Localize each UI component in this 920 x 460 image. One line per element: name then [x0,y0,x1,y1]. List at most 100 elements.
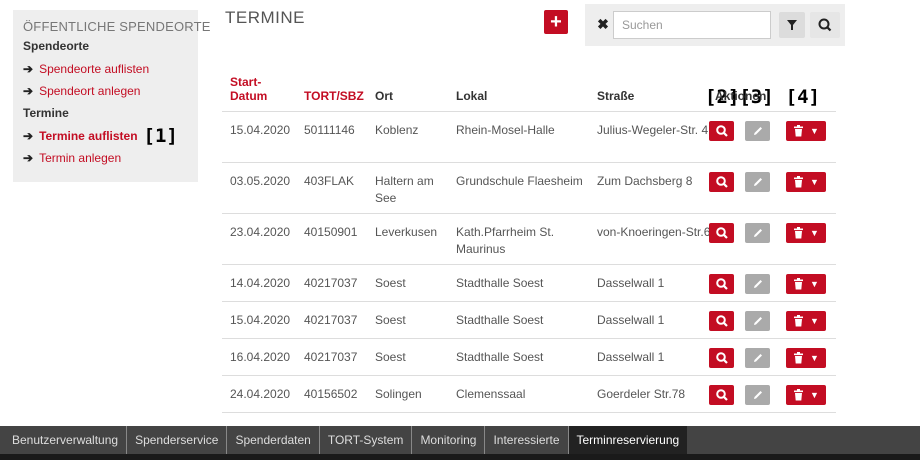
sidebar-item-label: Termin anlegen [39,151,122,165]
table-header: Start- Datum TORT/SBZ Ort Lokal Straße A… [222,66,836,112]
arrow-right-icon: ➔ [23,84,34,98]
arrow-right-icon: ➔ [23,129,34,143]
view-button[interactable] [709,121,734,141]
sidebar-group-termine: Termine [23,106,69,120]
view-button[interactable] [709,311,734,331]
view-button[interactable] [709,274,734,294]
pencil-icon [753,178,762,186]
column-header-lokal[interactable]: Lokal [456,89,597,103]
pencil-icon [753,229,762,237]
table-row: 15.04.2020 40217037 Soest Stadthalle Soest D… [222,302,836,339]
table-row: 16.04.2020 40217037 Soest Stadthalle Soest D… [222,339,836,376]
edit-button[interactable] [745,172,770,192]
cell-tort: 40150901 [304,225,358,239]
delete-dropdown-button[interactable]: ▼ [786,274,826,294]
delete-dropdown-button[interactable]: ▼ [786,172,826,192]
edit-button[interactable] [745,223,770,243]
cell-strasse: Goerdeler Str.78 [597,387,686,401]
cell-datum: 14.04.2020 [230,276,291,290]
delete-dropdown-button[interactable]: ▼ [786,223,826,243]
close-icon[interactable]: ✖ [595,16,611,34]
column-header-strasse[interactable]: Straße [597,89,715,103]
row-actions: ▼ [709,311,826,331]
tab-spenderservice[interactable]: Spenderservice [127,426,228,454]
tab-interessierte[interactable]: Interessierte [485,426,569,454]
sidebar-item-spendeorte-auflisten[interactable]: ➔ Spendeorte auflisten [23,58,188,80]
cell-strasse: Julius-Wegeler-Str. 4 [597,123,709,137]
cell-datum: 16.04.2020 [230,350,291,364]
cell-strasse: Dasselwall 1 [597,350,665,364]
delete-dropdown-button[interactable]: ▼ [786,121,826,141]
table-row: 15.04.2020 50111146 Koblenz Rhein-Mosel-Hal… [222,112,836,163]
taskbar-strip [0,454,920,460]
cell-strasse: von-Knoeringen-Str.6 [597,225,711,239]
view-button[interactable] [709,223,734,243]
tab-monitoring[interactable]: Monitoring [412,426,486,454]
sidebar: ÖFFENTLICHE SPENDEORTE Spendeorte ➔ Spen… [13,10,211,182]
trash-icon [794,176,804,188]
view-button[interactable] [709,348,734,368]
tab-terminreservierung[interactable]: Terminreservierung [568,426,688,454]
table-row: 14.04.2020 40217037 Soest Stadthalle Soest D… [222,265,836,302]
column-header-start-datum[interactable]: Start- Datum [222,75,304,103]
sidebar-item-termin-anlegen[interactable]: ➔ Termin anlegen [23,147,188,169]
sidebar-item-spendeort-anlegen[interactable]: ➔ Spendeort anlegen [23,80,188,102]
search-icon [715,352,728,364]
search-icon [715,227,728,239]
tab-tort-system[interactable]: TORT-System [320,426,413,454]
sidebar-item-termine-auflisten[interactable]: ➔ Termine auflisten [1] [23,125,188,147]
delete-dropdown-button[interactable]: ▼ [786,385,826,405]
cell-tort: 403FLAK [304,174,355,188]
search-input[interactable] [613,11,771,39]
row-actions: ▼ [709,121,826,141]
cell-lokal: Clemenssaal [456,387,526,401]
row-actions: ▼ [709,348,826,368]
pencil-icon [753,391,762,399]
edit-button[interactable] [745,348,770,368]
search-button[interactable] [810,12,840,38]
caret-down-icon: ▼ [810,390,819,400]
cell-datum: 24.04.2020 [230,387,291,401]
sidebar-heading: ÖFFENTLICHE SPENDEORTE [23,19,211,34]
caret-down-icon: ▼ [810,316,819,326]
edit-button[interactable] [745,121,770,141]
trash-icon [794,389,804,401]
trash-icon [794,125,804,137]
tab-benutzerverwaltung[interactable]: Benutzerverwaltung [4,426,128,454]
cell-ort: Leverkusen [375,225,438,239]
column-header-aktionen: Aktionen [715,89,767,103]
cell-datum: 03.05.2020 [230,174,291,188]
cell-strasse: Dasselwall 1 [597,276,665,290]
annotation-marker-1: [1] [143,125,178,147]
cell-tort: 40156502 [304,387,358,401]
cell-tort: 40217037 [304,313,358,327]
edit-button[interactable] [745,385,770,405]
row-actions: ▼ [709,223,826,243]
view-button[interactable] [709,385,734,405]
column-header-ort[interactable]: Ort [375,89,456,103]
caret-down-icon: ▼ [810,279,819,289]
pencil-icon [753,280,762,288]
search-panel: ✖ [585,4,845,46]
cell-lokal: Stadthalle Soest [456,313,544,327]
pencil-icon [753,317,762,325]
tab-spenderdaten[interactable]: Spenderdaten [227,426,320,454]
cell-lokal: Stadthalle Soest [456,350,544,364]
pencil-icon [753,354,762,362]
delete-dropdown-button[interactable]: ▼ [786,311,826,331]
search-icon [818,18,832,32]
search-icon [715,176,728,188]
arrow-right-icon: ➔ [23,151,34,165]
cell-lokal: Kath.Pfarrheim St. Maurinus [456,225,555,256]
trash-icon [794,352,804,364]
view-button[interactable] [709,172,734,192]
caret-down-icon: ▼ [810,177,819,187]
edit-button[interactable] [745,311,770,331]
delete-dropdown-button[interactable]: ▼ [786,348,826,368]
cell-tort: 50111146 [304,123,355,137]
filter-button[interactable] [779,12,805,38]
column-header-tort[interactable]: TORT/SBZ [304,89,375,103]
add-termin-button[interactable]: + [544,10,568,34]
search-icon [715,389,728,401]
edit-button[interactable] [745,274,770,294]
